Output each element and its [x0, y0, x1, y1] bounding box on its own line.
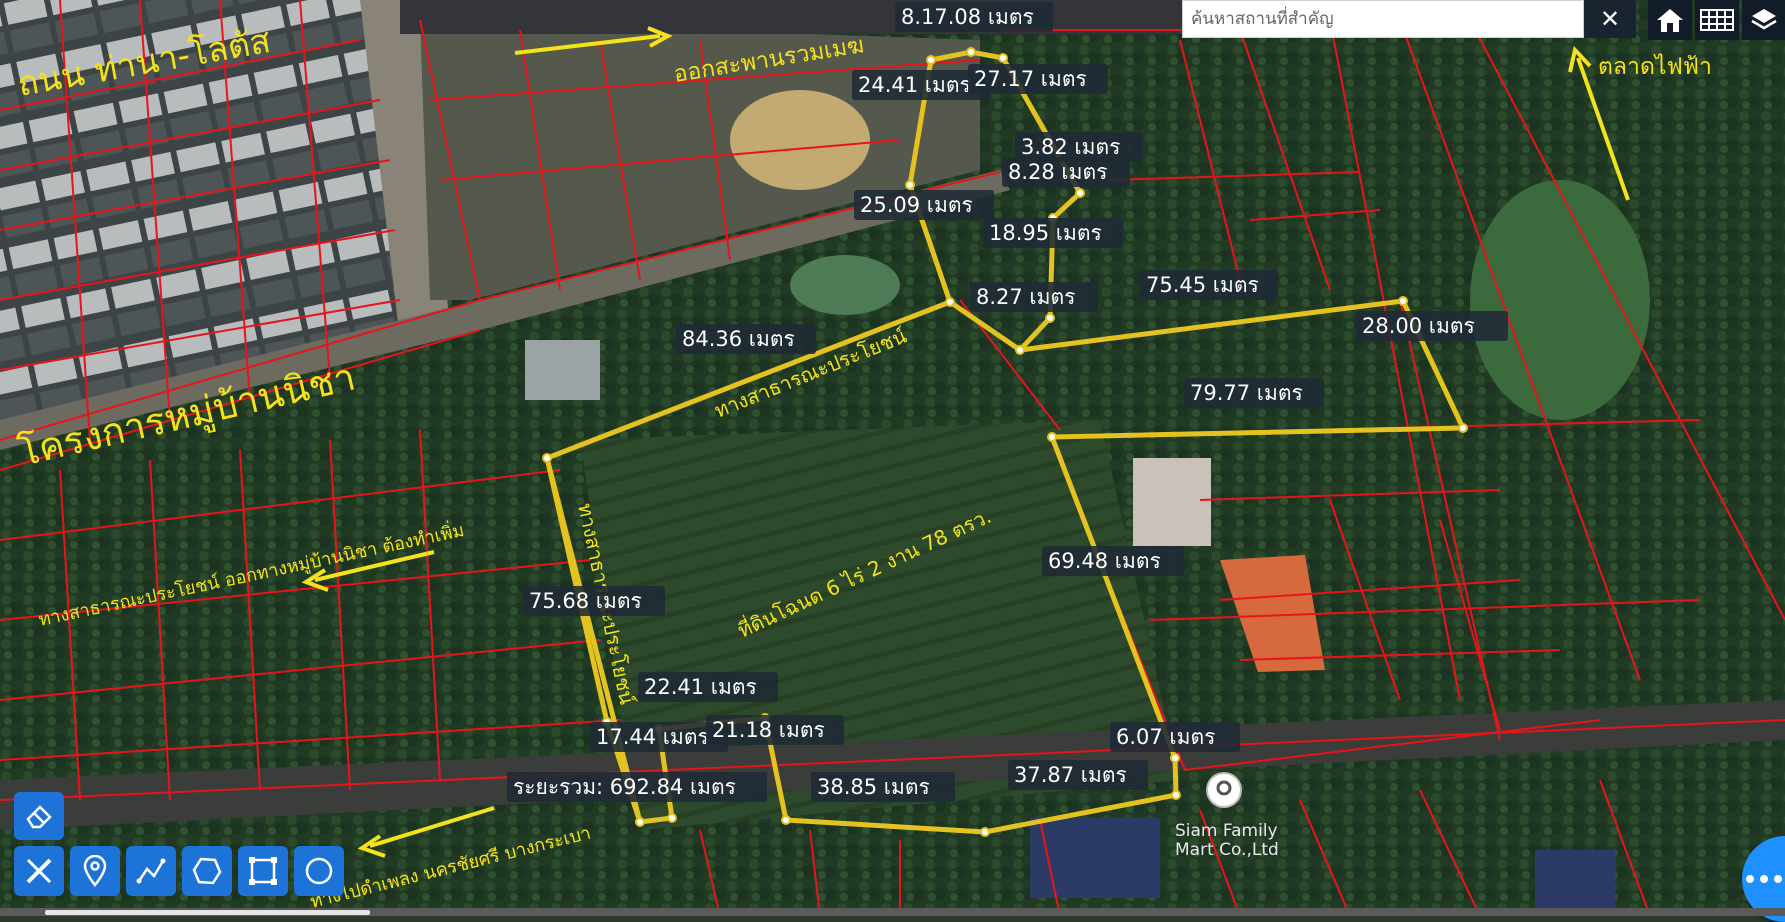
draw-circle-button[interactable]	[294, 846, 344, 896]
distance-label-text: 24.41 เมตร	[858, 73, 971, 97]
bare-soil	[730, 90, 870, 190]
draw-polygon-button[interactable]	[182, 846, 232, 896]
search-box[interactable]	[1182, 0, 1584, 38]
distance-label-text: 22.41 เมตร	[644, 675, 757, 699]
distance-label-text: 8.17.08 เมตร	[901, 5, 1034, 29]
boundary-vertex[interactable]	[1170, 753, 1180, 763]
boundary-vertex[interactable]	[667, 813, 677, 823]
place-marker-name-line2: Mart Co.,Ltd	[1175, 840, 1279, 860]
circle-icon	[305, 857, 333, 885]
more-dots-icon	[1746, 875, 1782, 883]
close-icon: ✕	[1599, 5, 1621, 33]
distance-label-m38-85: 38.85 เมตร	[811, 772, 955, 802]
boundary-vertex[interactable]	[998, 53, 1008, 63]
boundary-vertex[interactable]	[945, 297, 955, 307]
layers-icon	[1750, 9, 1777, 30]
distance-label-m8-28: 8.28 เมตร	[1002, 157, 1130, 187]
warehouse-roof	[525, 340, 600, 400]
distance-label-text: 79.77 เมตร	[1190, 381, 1303, 405]
distance-label-m75-68: 75.68 เมตร	[523, 586, 665, 616]
distance-label-m22-41: 22.41 เมตร	[638, 672, 778, 702]
ruler-icon	[26, 858, 52, 884]
draw-polyline-button[interactable]	[126, 846, 176, 896]
satellite-map[interactable]: ถนน ท่านา-โลตัส ออกสะพานรวมเมฆ ตลาดไฟฟ้า…	[0, 0, 1785, 916]
boundary-vertex[interactable]	[980, 827, 990, 837]
distance-label-text: 18.95 เมตร	[989, 221, 1102, 245]
distance-label-m37-87: 37.87 เมตร	[1008, 760, 1148, 790]
distance-label-m84-36: 84.36 เมตร	[676, 324, 816, 354]
place-marker-name-line1: Siam Family	[1175, 821, 1278, 841]
house-roof-gray	[1133, 458, 1211, 546]
distance-label-total-overlap: ระยะรวม: 692.84 เมตร	[507, 772, 767, 802]
polyline-icon	[136, 858, 166, 884]
boundary-vertex[interactable]	[635, 817, 645, 827]
distance-label-text: 84.36 เมตร	[682, 327, 795, 351]
search-input[interactable]	[1183, 1, 1583, 37]
eraser-button[interactable]	[14, 792, 64, 840]
boundary-vertex[interactable]	[926, 55, 936, 65]
distance-label-text: 8.27 เมตร	[976, 285, 1075, 309]
rectangle-icon	[249, 857, 277, 885]
layers-button[interactable]	[1742, 0, 1785, 40]
building-right	[1535, 850, 1615, 910]
boundary-vertex[interactable]	[1015, 345, 1025, 355]
distance-label-m69-48: 69.48 เมตร	[1042, 546, 1184, 576]
scrollbar-thumb[interactable]	[45, 910, 370, 915]
green-plot	[1470, 180, 1650, 420]
distance-label-text: 69.48 เมตร	[1048, 549, 1161, 573]
home-icon	[1657, 9, 1683, 32]
distance-label-text: 21.18 เมตร	[712, 718, 825, 742]
distance-label-m21-18: 21.18 เมตร	[706, 715, 844, 745]
eraser-icon	[26, 805, 52, 829]
boundary-vertex[interactable]	[1047, 432, 1057, 442]
home-button[interactable]	[1648, 0, 1692, 40]
draw-rectangle-button[interactable]	[238, 846, 288, 896]
distance-label-text: 25.09 เมตร	[860, 193, 973, 217]
boundary-vertex[interactable]	[905, 180, 915, 190]
distance-label-m18-95: 18.95 เมตร	[983, 218, 1123, 248]
top-road	[400, 0, 1200, 34]
distance-label-text: 28.00 เมตร	[1362, 314, 1475, 338]
distance-label-m8-27: 8.27 เมตร	[970, 282, 1098, 312]
factory-roof	[1030, 818, 1160, 898]
distance-label-text: 75.45 เมตร	[1146, 273, 1259, 297]
map-pin-icon[interactable]	[1206, 772, 1242, 808]
boundary-vertex[interactable]	[1171, 790, 1181, 800]
location-pin-icon	[83, 855, 107, 887]
distance-label-m75-45: 75.45 เมตร	[1140, 270, 1278, 300]
boundary-vertex[interactable]	[1075, 188, 1085, 198]
distance-label-text: 6.07 เมตร	[1116, 725, 1215, 749]
distance-label-text: 75.68 เมตร	[529, 589, 642, 613]
distance-label-text: 8.28 เมตร	[1008, 160, 1107, 184]
boundary-vertex[interactable]	[1458, 423, 1468, 433]
distance-label-top-overlap: 8.17.08 เมตร	[895, 2, 1053, 32]
clear-search-button[interactable]: ✕	[1584, 0, 1636, 38]
distance-label-text: 27.17 เมตร	[974, 67, 1087, 91]
distance-label-m27-17: 27.17 เมตร	[968, 64, 1108, 94]
table-button[interactable]	[1695, 0, 1739, 40]
boundary-vertex[interactable]	[542, 453, 552, 463]
measure-distance-button[interactable]	[14, 846, 64, 896]
boundary-vertex[interactable]	[781, 815, 791, 825]
distance-label-text: ระยะรวม: 692.84 เมตร	[513, 775, 736, 799]
distance-label-text: 37.87 เมตร	[1014, 763, 1127, 787]
distance-label-m28-00: 28.00 เมตร	[1356, 311, 1508, 341]
place-pin-button[interactable]	[70, 846, 120, 896]
polygon-icon	[192, 857, 222, 885]
boundary-vertex[interactable]	[1398, 296, 1408, 306]
boundary-vertex[interactable]	[1045, 313, 1055, 323]
distance-label-text: 3.82 เมตร	[1021, 135, 1120, 159]
boundary-vertex[interactable]	[966, 47, 976, 57]
distance-label-m25-09: 25.09 เมตร	[854, 190, 994, 220]
distance-label-m6-07: 6.07 เมตร	[1110, 722, 1240, 752]
distance-label-m79-77: 79.77 เมตร	[1184, 378, 1324, 408]
horizontal-scrollbar[interactable]	[0, 908, 1785, 916]
distance-label-text: 17.44 เมตร	[596, 725, 709, 749]
table-grid-icon	[1700, 9, 1734, 31]
pond	[790, 255, 900, 315]
electric-market-label: ตลาดไฟฟ้า	[1598, 53, 1712, 80]
distance-label-text: 38.85 เมตร	[817, 775, 930, 799]
